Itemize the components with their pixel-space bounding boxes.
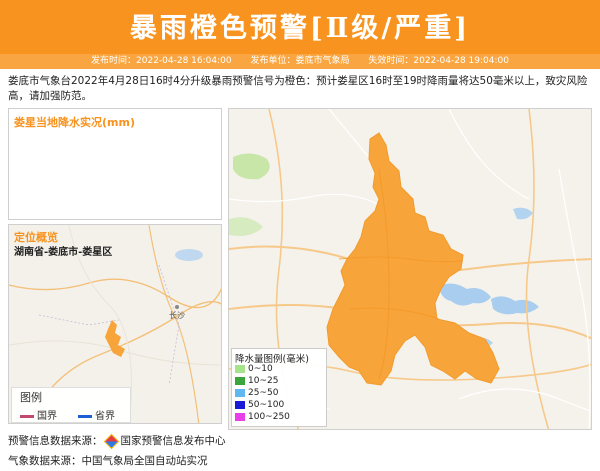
location-region: 湖南省-娄底市-娄星区 xyxy=(14,247,113,258)
provincial-border-label: 省界 xyxy=(95,411,115,422)
legend-item-50-100: 50~100 xyxy=(235,400,284,411)
national-border-label: 国界 xyxy=(37,411,57,422)
rainfall-panel-title: 娄星当地降水实况(mm) xyxy=(14,116,135,129)
provincial-border-line-icon xyxy=(78,414,92,418)
rainfall-panel: 娄星当地降水实况(mm) xyxy=(8,108,222,220)
legend-swatch-25-50 xyxy=(235,388,245,397)
legend-provincial-border: 省界 xyxy=(78,407,115,422)
warning-source-label: 预警信息数据来源： xyxy=(8,435,103,447)
legend-item-10-25: 10~25 xyxy=(235,376,278,387)
weather-source-line: 气象数据来源：中国气象局全国自动站实况 xyxy=(8,455,208,467)
warning-center-logo-icon xyxy=(103,433,119,449)
legend-swatch-0-10 xyxy=(235,364,245,373)
warning-title: 暴雨橙色预警[Ⅱ级/严重] xyxy=(129,13,471,44)
expire-time: 失效时间：2022-04-28 19:04:00 xyxy=(368,56,509,66)
legend-label-100-250: 100~250 xyxy=(248,412,290,422)
legend-item-25-50: 25~50 xyxy=(235,388,278,399)
border-legend-title: 图例 xyxy=(20,391,42,404)
legend-label-25-50: 25~50 xyxy=(248,388,279,398)
city-label-changsha: 长沙 xyxy=(169,310,185,320)
legend-national-border: 国界 xyxy=(20,407,57,422)
warning-source-name[interactable]: 国家预警信息发布中心 xyxy=(121,435,226,447)
national-border-line-icon xyxy=(20,414,34,418)
publisher: 发布单位：娄底市气象局 xyxy=(250,56,350,66)
border-legend: 图例 国界 省界 xyxy=(11,387,131,423)
legend-label-10-25: 10~25 xyxy=(248,376,279,386)
precipitation-legend-title: 降水量图例(毫米) xyxy=(235,354,309,365)
warning-meta-bar: 发布时间：2022-04-28 16:04:00 发布单位：娄底市气象局 失效时… xyxy=(0,54,600,69)
legend-label-0-10: 0~10 xyxy=(248,364,273,374)
legend-swatch-100-250 xyxy=(235,412,245,421)
warning-banner: 暴雨橙色预警[Ⅱ级/严重] xyxy=(0,0,600,54)
warning-description: 娄底市气象台2022年4月28日16时4分升级暴雨预警信号为橙色：预计娄星区16… xyxy=(8,75,588,102)
legend-swatch-50-100 xyxy=(235,400,245,409)
legend-swatch-10-25 xyxy=(235,376,245,385)
precipitation-legend: 降水量图例(毫米) 0~10 10~25 25~50 50~100 100~25… xyxy=(231,348,327,427)
legend-item-0-10: 0~10 xyxy=(235,364,273,375)
legend-label-50-100: 50~100 xyxy=(248,400,285,410)
publish-time: 发布时间：2022-04-28 16:04:00 xyxy=(91,56,232,66)
warning-source-line: 预警信息数据来源： 国家预警信息发布中心 xyxy=(8,433,226,449)
location-panel: 长沙 定位概览 湖南省-娄底市-娄星区 图例 国界 省界 xyxy=(8,224,222,424)
legend-item-100-250: 100~250 xyxy=(235,412,290,423)
